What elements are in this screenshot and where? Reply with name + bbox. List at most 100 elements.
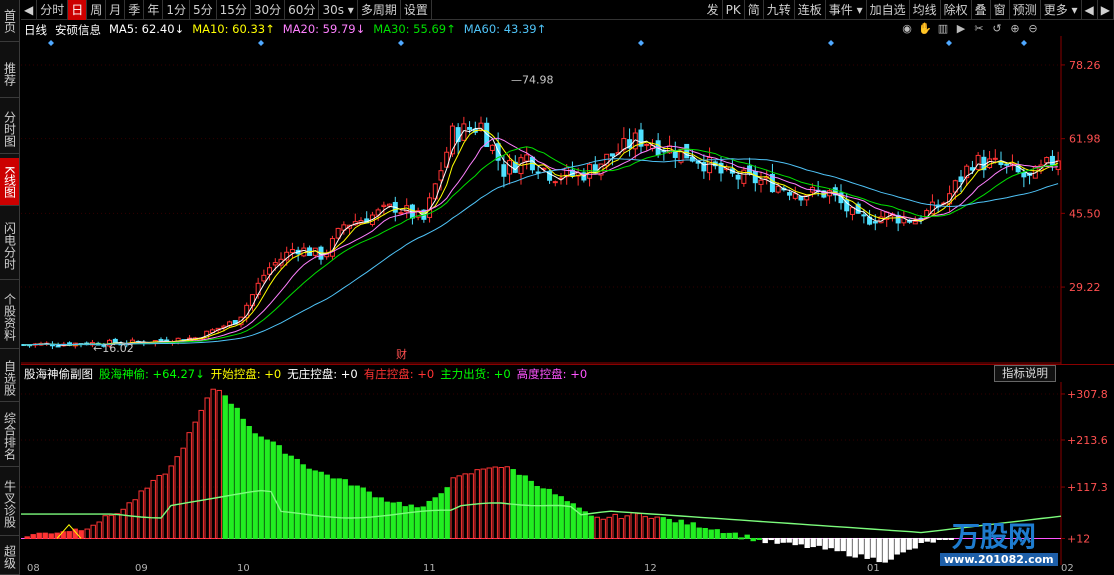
tool-button-9[interactable]: 叠 (972, 0, 991, 20)
tool-button-12[interactable]: 更多 ▾ (1041, 0, 1082, 20)
candle-body (684, 143, 690, 159)
period-tab-2[interactable]: 周 (87, 0, 107, 20)
indicator-bar (258, 436, 264, 539)
indicator-bar (774, 537, 780, 544)
tool-button-11[interactable]: 预测 (1010, 0, 1041, 20)
period-tab-13[interactable]: 设置 (401, 0, 432, 20)
tool-button-0[interactable]: 发 (704, 0, 723, 20)
candle-body (587, 163, 593, 179)
period-tab-10[interactable]: 60分 (285, 0, 320, 20)
candle-body (644, 143, 650, 146)
indicator-bar (582, 511, 588, 539)
indicator-bar (816, 537, 822, 546)
tool-button-2[interactable]: 简 (745, 0, 764, 20)
indicator-bar (600, 518, 606, 539)
period-tab-4[interactable]: 季 (125, 0, 145, 20)
tool-button-7[interactable]: 均线 (910, 0, 941, 20)
event-marker-5[interactable] (946, 40, 952, 46)
event-marker-3[interactable] (638, 40, 644, 46)
indicator-bar (840, 537, 846, 552)
indicator-bar (168, 465, 174, 539)
nav-item-3[interactable]: K线图 (0, 158, 19, 206)
nav-item-4[interactable]: 闪电分时 (0, 212, 19, 280)
sub-legend: 股海神偷副图 股海神偷: +64.27↓ 开始控盘: +0 无庄控盘: +0 有庄控盘… (24, 366, 587, 382)
candle-body (752, 170, 758, 184)
eye-icon[interactable]: ◉ (900, 22, 914, 36)
indicator-bar (618, 518, 624, 539)
indicator-bar (768, 537, 774, 541)
candlestick-chart[interactable]: 78.26 61.98 45.50 29.22 —74.98 ←16.02 财 (21, 36, 1114, 364)
nav-item-8[interactable]: 牛叉诊股 (0, 472, 19, 536)
candle-body (735, 174, 741, 180)
zoom-out-icon[interactable]: ⊖ (1026, 22, 1040, 36)
candle-body (501, 164, 507, 177)
event-marker-1[interactable] (258, 40, 264, 46)
indicator-bar (534, 486, 540, 539)
nav-item-5[interactable]: 个股资料 (0, 285, 19, 349)
indicator-bar (810, 537, 816, 548)
tool-button-3[interactable]: 九转 (764, 0, 795, 20)
event-marker-6[interactable] (1021, 40, 1027, 46)
indicator-bar (858, 537, 864, 555)
nav-item-0[interactable]: 首页 (0, 0, 19, 42)
period-tab-11[interactable]: 30s ▾ (319, 0, 358, 20)
indicator-bar (294, 458, 300, 539)
column-icon[interactable]: ▥ (936, 22, 950, 36)
candle-body (758, 179, 764, 185)
nav-item-2[interactable]: 分时图 (0, 104, 19, 154)
indicator-bar (888, 537, 894, 560)
undo-icon[interactable]: ↺ (990, 22, 1004, 36)
tool-button-8[interactable]: 除权 (941, 0, 972, 20)
indicator-bar (90, 524, 96, 539)
tool-button-1[interactable]: PK (723, 0, 745, 20)
tool-button-4[interactable]: 连板 (795, 0, 826, 20)
next-arrow-icon[interactable]: ▶ (1098, 0, 1114, 20)
indicator-bar (390, 502, 396, 539)
indicator-bar (894, 537, 900, 555)
tool-button-5[interactable]: 事件 ▾ (826, 0, 867, 20)
event-marker-0[interactable] (48, 40, 54, 46)
nav-item-6[interactable]: 自选股 (0, 354, 19, 402)
tool-button-10[interactable]: 窗 (991, 0, 1010, 20)
candle-body (775, 185, 781, 193)
nav-item-9[interactable]: 超级 (0, 540, 19, 575)
indicator-bar (264, 439, 270, 539)
candle-body (912, 221, 918, 225)
back-arrow-icon[interactable]: ◀ (21, 0, 38, 20)
indicator-bar (210, 388, 216, 539)
period-tab-0[interactable]: 分时 (37, 0, 69, 20)
tool-button-6[interactable]: 加自选 (867, 0, 910, 20)
nav-item-7[interactable]: 综合排名 (0, 405, 19, 467)
period-tab-9[interactable]: 30分 (251, 0, 286, 20)
indicator-help-button[interactable]: 指标说明 (994, 365, 1056, 382)
indicator-bar (468, 473, 474, 539)
period-tab-5[interactable]: 年 (144, 0, 164, 20)
period-tab-12[interactable]: 多周期 (358, 0, 401, 20)
indicator-bar (354, 485, 360, 539)
candle-body (489, 144, 495, 151)
period-tab-6[interactable]: 1分 (163, 0, 190, 20)
event-marker-4[interactable] (828, 40, 834, 46)
hand-icon[interactable]: ✋ (918, 22, 932, 36)
indicator-bar (654, 516, 660, 539)
indicator-bar (720, 533, 726, 539)
period-tab-1[interactable]: 日 (68, 0, 88, 20)
period-tab-8[interactable]: 15分 (217, 0, 251, 20)
indicator-bar (522, 475, 528, 539)
indicator-bar (372, 497, 378, 539)
period-tab-3[interactable]: 月 (106, 0, 126, 20)
event-marker-2[interactable] (398, 40, 404, 46)
play-icon[interactable]: ▶ (954, 22, 968, 36)
zoom-in-icon[interactable]: ⊕ (1008, 22, 1022, 36)
prev-arrow-icon[interactable]: ◀ (1082, 0, 1098, 20)
period-tab-7[interactable]: 5分 (190, 0, 217, 20)
sub-indicator-chart[interactable]: +307.8 +213.6 +117.3 +12 (21, 382, 1114, 565)
finance-marker[interactable]: 财 (396, 347, 407, 361)
indicator-bar (36, 532, 42, 539)
candle-body (335, 227, 341, 239)
scissors-icon[interactable]: ✂ (972, 22, 986, 36)
indicator-bar (402, 506, 408, 539)
nav-item-1[interactable]: 推荐 (0, 50, 19, 98)
low-price-label: ←16.02 (93, 342, 134, 355)
sub-label-3: 有庄控盘: +0 (363, 367, 435, 381)
